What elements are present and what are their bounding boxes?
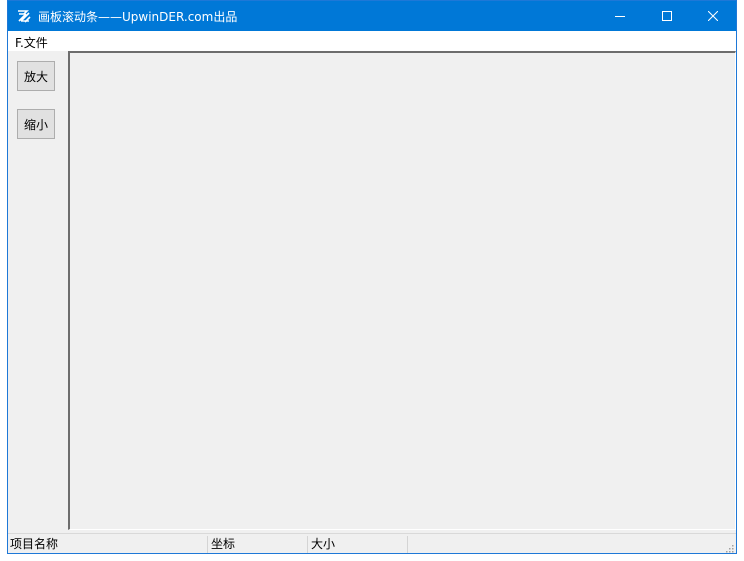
close-button[interactable]	[690, 1, 736, 31]
main-window: 画板滚动条——UpwinDER.com出品 F.文件 放大 缩小 项目名称 坐标…	[7, 0, 737, 554]
minimize-icon	[615, 16, 625, 17]
status-separator	[407, 536, 408, 553]
maximize-button[interactable]	[644, 1, 690, 31]
window-title: 画板滚动条——UpwinDER.com出品	[38, 10, 238, 24]
app-logo-icon	[18, 10, 31, 23]
status-separator	[207, 536, 208, 553]
status-bar: 项目名称 坐标 大小	[8, 533, 736, 554]
title-bar[interactable]: 画板滚动条——UpwinDER.com出品	[8, 1, 736, 31]
close-icon	[708, 11, 718, 21]
menu-file[interactable]: F.文件	[15, 34, 48, 51]
status-item-name: 项目名称	[10, 537, 59, 551]
drawing-canvas[interactable]	[68, 51, 736, 530]
zoom-in-button[interactable]: 放大	[17, 61, 55, 91]
status-separator	[307, 536, 308, 553]
status-size: 大小	[311, 537, 336, 551]
maximize-icon	[662, 11, 672, 21]
minimize-button[interactable]	[597, 1, 643, 31]
zoom-out-button[interactable]: 缩小	[17, 109, 55, 139]
menu-bar: F.文件	[8, 31, 736, 51]
resize-grip-icon[interactable]	[724, 543, 734, 553]
status-coordinates: 坐标	[211, 537, 236, 551]
